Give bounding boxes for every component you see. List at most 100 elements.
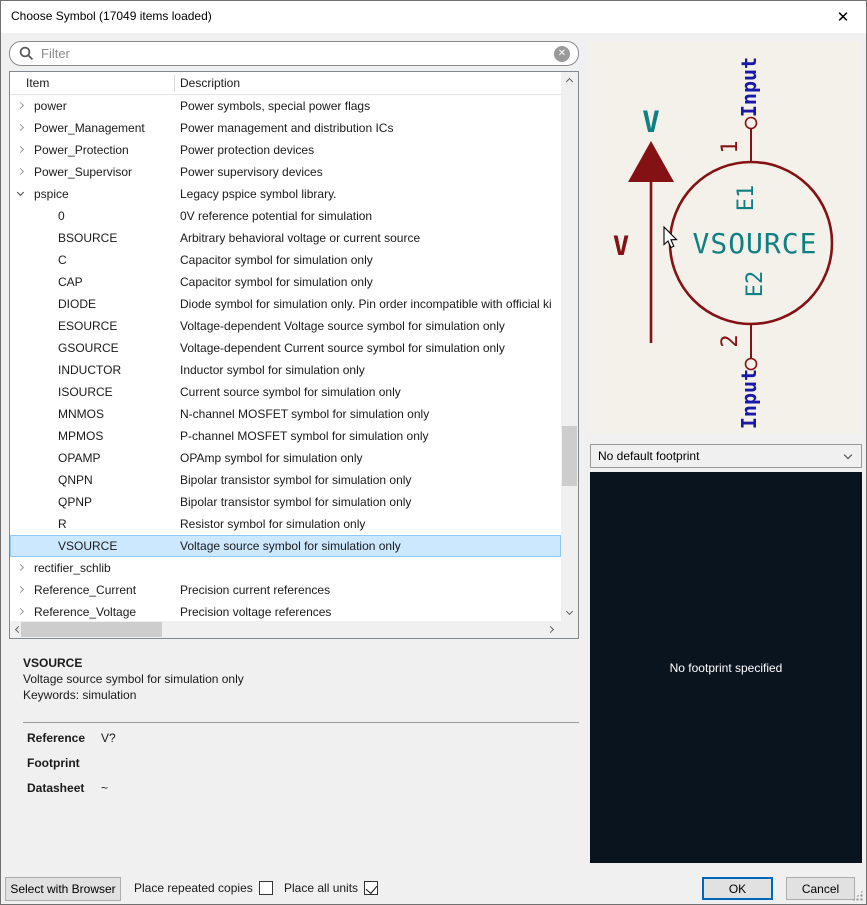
list-header[interactable]: Item Description [10, 72, 578, 95]
list-item-rectifier_schlib[interactable]: rectifier_schlib [10, 557, 561, 579]
expand-icon[interactable] [17, 146, 24, 153]
item-name: 0 [58, 209, 65, 223]
item-description: Resistor symbol for simulation only [180, 517, 559, 531]
place-all-units-group: Place all units [284, 881, 378, 895]
list-item-c[interactable]: CCapacitor symbol for simulation only [10, 249, 561, 271]
list-item-vsource[interactable]: VSOURCEVoltage source symbol for simulat… [10, 535, 561, 557]
item-name: BSOURCE [58, 231, 117, 245]
column-separator[interactable] [174, 75, 175, 92]
list-item-diode[interactable]: DIODEDiode symbol for simulation only. P… [10, 293, 561, 315]
pin1-number: 1 [718, 140, 743, 153]
horizontal-scrollbar-thumb[interactable] [21, 622, 162, 637]
scrollbar-corner [561, 621, 578, 638]
chevron-down-icon [844, 450, 852, 458]
expand-icon[interactable] [17, 586, 24, 593]
item-name: MPMOS [58, 429, 103, 443]
scroll-up-icon[interactable] [566, 78, 573, 85]
list-item-0[interactable]: 00V reference potential for simulation [10, 205, 561, 227]
arrow-label: V [642, 105, 659, 139]
list-item-mnmos[interactable]: MNMOSN-channel MOSFET symbol for simulat… [10, 403, 561, 425]
filter-input[interactable] [41, 46, 554, 61]
place-all-units-checkbox[interactable] [364, 881, 378, 895]
expand-icon[interactable] [17, 564, 24, 571]
symbol-list: Item Description powerPower symbols, spe… [9, 71, 579, 639]
item-description: Voltage source symbol for simulation onl… [180, 539, 559, 553]
clear-filter-icon[interactable]: ✕ [554, 46, 570, 62]
unit-bottom-label: E2 [743, 271, 768, 298]
list-item-pspice[interactable]: pspice Legacy pspice symbol library. [10, 183, 561, 205]
reference-letter: V [613, 231, 629, 262]
footprint-preview-panel[interactable]: No footprint specified [590, 472, 862, 863]
list-item-cap[interactable]: CAPCapacitor symbol for simulation only [10, 271, 561, 293]
place-all-units-label: Place all units [284, 881, 358, 895]
item-description: Diode symbol for simulation only. Pin or… [180, 297, 559, 311]
pin2-name: Input [737, 369, 761, 429]
expand-icon[interactable] [17, 102, 24, 109]
item-name: QPNP [58, 495, 92, 509]
list-item-power[interactable]: powerPower symbols, special power flags [10, 95, 561, 117]
list-item-mpmos[interactable]: MPMOSP-channel MOSFET symbol for simulat… [10, 425, 561, 447]
item-description: Power protection devices [180, 143, 559, 157]
symbol-preview-panel[interactable]: V V 1 Input E1 VSOURCE E2 2 Input [590, 41, 862, 433]
scroll-right-icon[interactable] [547, 626, 554, 633]
item-description: Legacy pspice symbol library. [180, 187, 559, 201]
detail-keywords: Keywords: simulation [23, 688, 579, 702]
footprint-dropdown[interactable]: No default footprint [590, 444, 862, 468]
item-name: R [58, 517, 67, 531]
list-item-bsource[interactable]: BSOURCEArbitrary behavioral voltage or c… [10, 227, 561, 249]
title-bar: Choose Symbol (17049 items loaded) ✕ [1, 1, 866, 33]
item-name: OPAMP [58, 451, 100, 465]
place-repeated-copies-group: Place repeated copies [134, 881, 273, 895]
ok-button[interactable]: OK [702, 877, 773, 900]
list-item-reference_current[interactable]: Reference_CurrentPrecision current refer… [10, 579, 561, 601]
place-repeated-copies-checkbox[interactable] [259, 881, 273, 895]
vsource-symbol-drawing: V V 1 Input E1 VSOURCE E2 2 Input [590, 41, 862, 433]
list-item-isource[interactable]: ISOURCECurrent source symbol for simulat… [10, 381, 561, 403]
item-name: Power_Supervisor [34, 165, 132, 179]
list-item-r[interactable]: R Resistor symbol for simulation only [10, 513, 561, 535]
list-item-reference_voltage[interactable]: Reference_VoltagePrecision voltage refer… [10, 601, 561, 621]
vertical-scrollbar-thumb[interactable] [562, 426, 577, 486]
list-item-esource[interactable]: ESOURCEVoltage-dependent Voltage source … [10, 315, 561, 337]
item-name: Power_Management [34, 121, 145, 135]
vertical-scrollbar[interactable] [561, 72, 578, 621]
footprint-label: Footprint [27, 756, 80, 770]
item-name: power [34, 99, 67, 113]
select-with-browser-button[interactable]: Select with Browser [5, 877, 121, 901]
arrow-icon [628, 141, 674, 182]
close-icon[interactable]: ✕ [826, 5, 860, 29]
item-name: Power_Protection [34, 143, 129, 157]
detail-description: Voltage source symbol for simulation onl… [23, 672, 579, 686]
item-name: pspice [34, 187, 69, 201]
horizontal-scrollbar[interactable] [10, 621, 561, 638]
pin1-name: Input [737, 57, 761, 117]
datasheet-row: Datasheet ~ [27, 773, 579, 798]
expand-icon[interactable] [17, 168, 24, 175]
list-item-opamp[interactable]: OPAMPOPAmp symbol for simulation only [10, 447, 561, 469]
item-description: Current source symbol for simulation onl… [180, 385, 559, 399]
scroll-down-icon[interactable] [566, 608, 573, 615]
list-item-power_protection[interactable]: Power_Protection Power protection devices [10, 139, 561, 161]
list-rows: powerPower symbols, special power flagsP… [10, 95, 561, 621]
footprint-preview-message: No footprint specified [670, 661, 783, 675]
list-item-qpnp[interactable]: QPNP Bipolar transistor symbol for simula… [10, 491, 561, 513]
list-item-inductor[interactable]: INDUCTORInductor symbol for simulation o… [10, 359, 561, 381]
item-description: Precision voltage references [180, 605, 559, 619]
column-header-description[interactable]: Description [180, 76, 240, 90]
item-name: rectifier_schlib [34, 561, 111, 575]
dialog-title: Choose Symbol (17049 items loaded) [11, 9, 212, 23]
collapse-icon[interactable] [17, 189, 24, 196]
item-name: QNPN [58, 473, 93, 487]
expand-icon[interactable] [17, 608, 24, 615]
unit-top-label: E1 [734, 185, 759, 212]
list-item-gsource[interactable]: GSOURCEVoltage-dependent Current source … [10, 337, 561, 359]
list-item-qnpn[interactable]: QNPNBipolar transistor symbol for simula… [10, 469, 561, 491]
list-item-power_supervisor[interactable]: Power_SupervisorPower supervisory device… [10, 161, 561, 183]
filter-box[interactable]: ✕ [9, 41, 579, 66]
detail-symbol-name: VSOURCE [23, 656, 579, 670]
column-header-item[interactable]: Item [26, 76, 49, 90]
expand-icon[interactable] [17, 124, 24, 131]
list-item-power_management[interactable]: Power_ManagementPower management and dis… [10, 117, 561, 139]
cancel-button[interactable]: Cancel [786, 877, 855, 900]
item-description: Bipolar transistor symbol for simulation… [180, 495, 559, 509]
